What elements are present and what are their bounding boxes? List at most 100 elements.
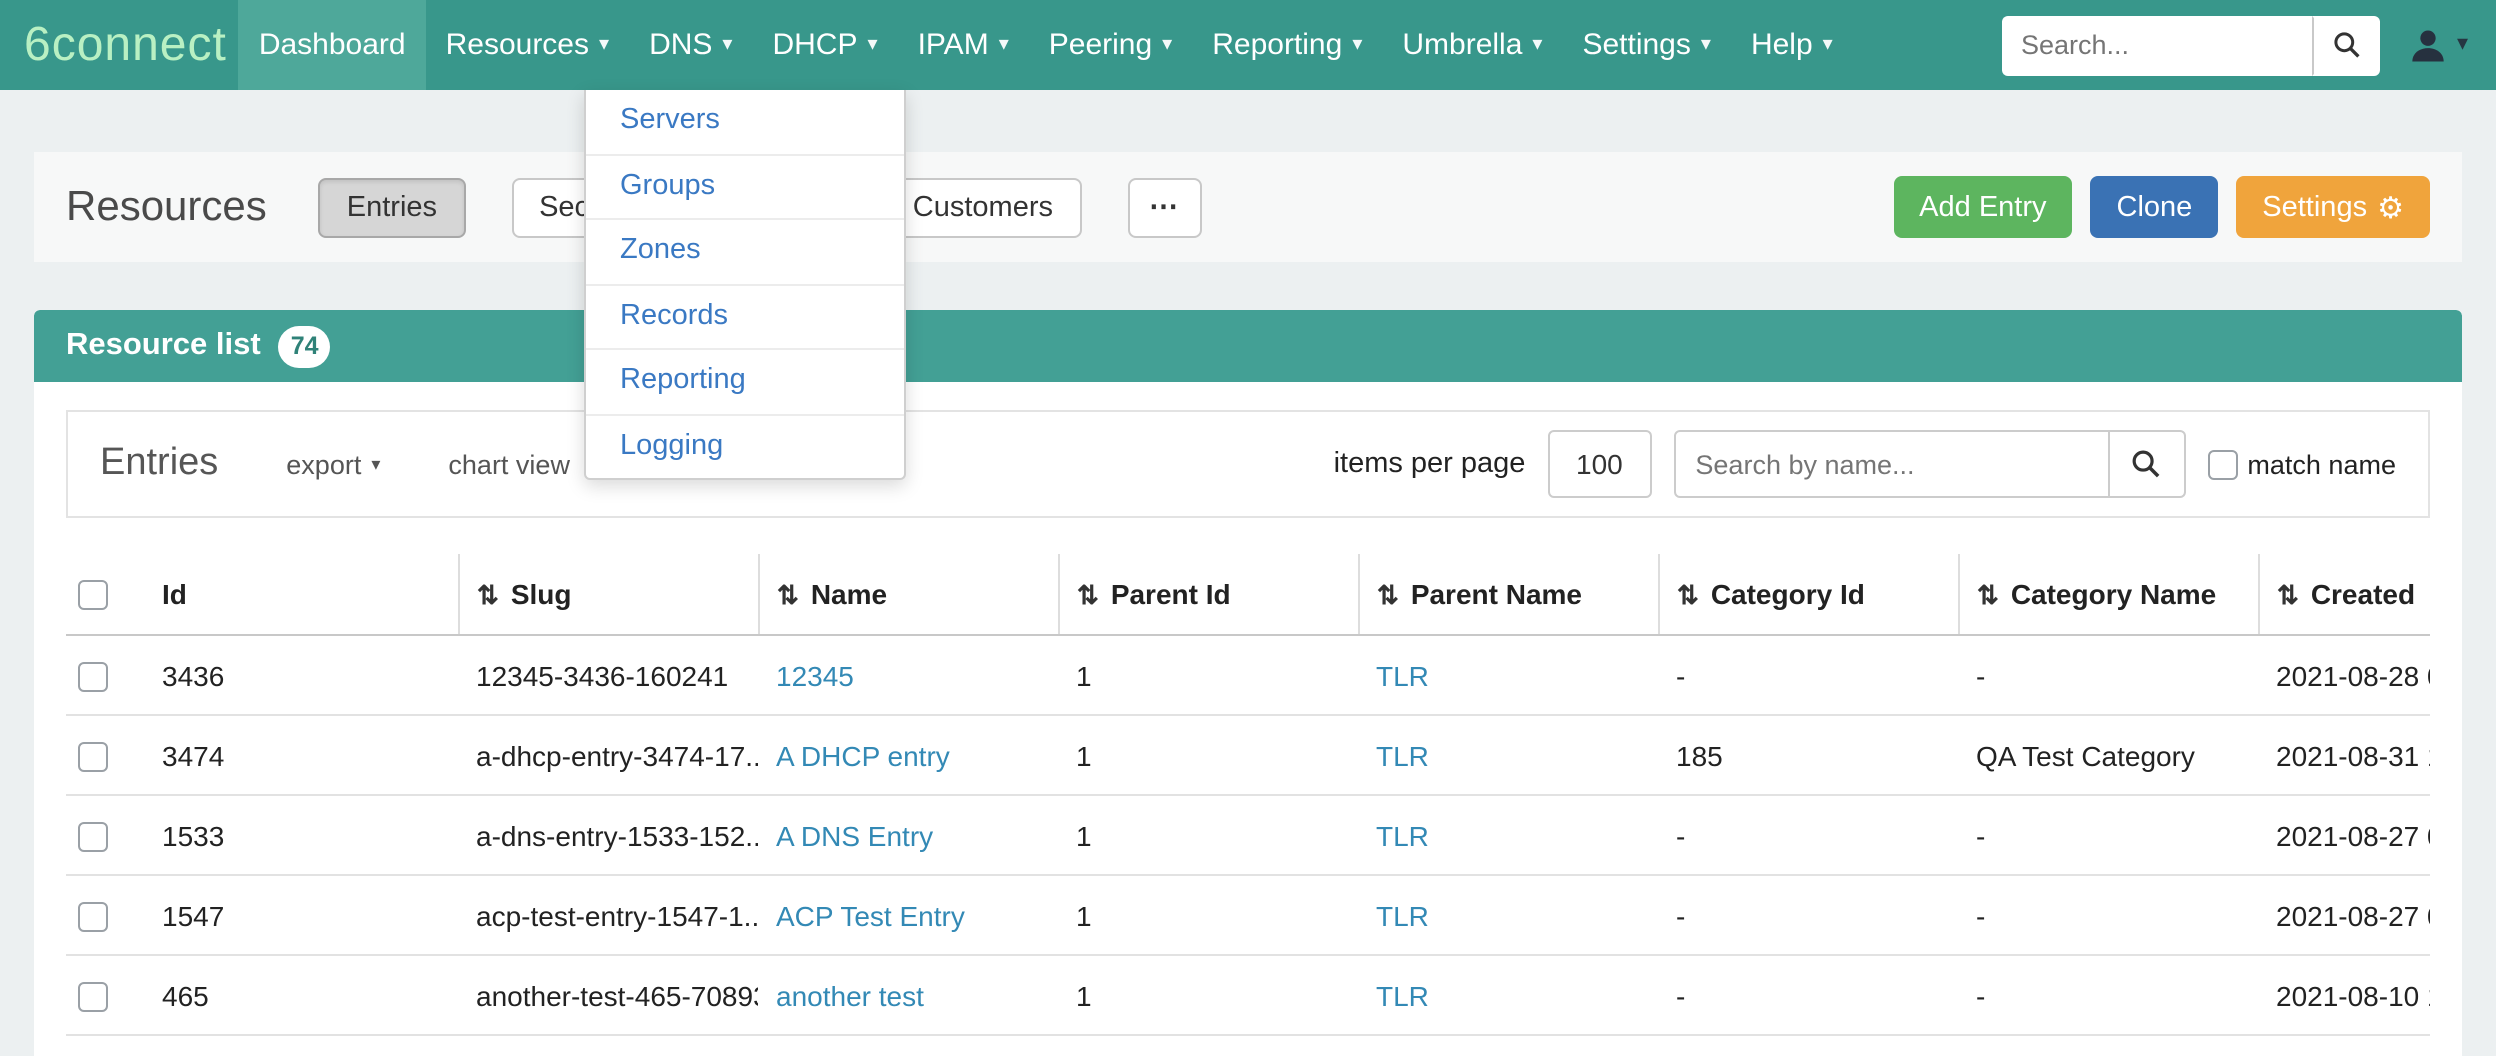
cell-category-id: - [1658,955,1958,1035]
nav-item-ipam[interactable]: IPAM ▾ [898,0,1029,90]
cell-parent-id: 1 [1058,715,1358,795]
dns-menu-item-logging[interactable]: Logging [586,415,904,478]
main-nav: Dashboard Resources ▾ DNS ▾ DHCP ▾ IPAM … [239,0,1853,90]
column-header-category-name[interactable]: ⇅Category Name [1958,554,2258,635]
cell-id: 3436 [158,635,458,715]
dns-menu-item-records[interactable]: Records [586,285,904,350]
user-menu-button[interactable]: ▾ [2401,25,2476,65]
column-label: Created [2311,577,2415,609]
dns-menu-item-reporting[interactable]: Reporting [586,350,904,415]
table-search-input[interactable] [1673,430,2109,498]
column-header-category-id[interactable]: ⇅Category Id [1658,554,1958,635]
parent-name-link[interactable]: TLR [1376,659,1429,691]
match-name-checkbox[interactable] [2207,449,2237,479]
cell-category-name: - [1958,955,2258,1035]
items-per-page-input[interactable] [1547,430,1651,498]
navbar: 6connect Dashboard Resources ▾ DNS ▾ DHC… [0,0,2496,90]
entry-name-link[interactable]: ACP Test Entry [776,899,965,931]
cell-id: 1533 [158,795,458,875]
nav-item-label: Peering [1049,28,1152,62]
table-header-row: Id ⇅Slug ⇅Name ⇅Parent Id ⇅Parent Name ⇅… [66,554,2430,635]
cell-category-id: 185 [1658,715,1958,795]
table-row: 3474 a-dhcp-entry-3474-17... A DHCP entr… [66,715,2430,795]
add-entry-button[interactable]: Add Entry [1893,176,2072,238]
nav-item-help[interactable]: Help ▾ [1731,0,1853,90]
row-checkbox[interactable] [78,662,108,692]
nav-item-settings[interactable]: Settings ▾ [1562,0,1730,90]
table-row: 1547 acp-test-entry-1547-1... ACP Test E… [66,875,2430,955]
nav-item-label: DNS [649,28,712,62]
parent-name-link[interactable]: TLR [1376,739,1429,771]
export-dropdown[interactable]: export ▾ [286,449,380,479]
dns-menu-item-servers[interactable]: Servers [586,90,904,155]
parent-name-link[interactable]: TLR [1376,899,1429,931]
settings-button[interactable]: Settings ⚙ [2236,176,2430,238]
table-row: 1533 a-dns-entry-1533-152... A DNS Entry… [66,795,2430,875]
column-header-parent-id[interactable]: ⇅Parent Id [1058,554,1358,635]
viewport: 6connect Dashboard Resources ▾ DNS ▾ DHC… [0,0,2496,1056]
row-checkbox[interactable] [78,742,108,772]
export-label: export [286,449,361,479]
sort-icon: ⇅ [2277,579,2299,609]
chart-view-link[interactable]: chart view [448,449,570,479]
nav-item-label: DHCP [772,28,857,62]
nav-item-label: Dashboard [259,28,406,62]
row-checkbox[interactable] [78,822,108,852]
nav-item-label: IPAM [918,28,989,62]
select-all-checkbox[interactable] [78,581,108,611]
parent-name-link[interactable]: TLR [1376,819,1429,851]
column-header-created[interactable]: ⇅ Created [2258,554,2430,635]
page-header: Resources Entries Sections Contacts Cust… [34,152,2462,262]
more-tabs-button[interactable]: ⋯ [1127,177,1202,237]
nav-item-dashboard[interactable]: Dashboard [239,0,426,90]
global-search-input[interactable] [2003,15,2313,75]
dns-menu-item-zones[interactable]: Zones [586,220,904,285]
entries-toolbar: Entries export ▾ chart view show filters… [66,410,2430,518]
app-logo[interactable]: 6connect [24,17,227,73]
column-header-name[interactable]: ⇅Name [758,554,1058,635]
table-row: 3436 12345-3436-160241 12345 1 TLR - - 2… [66,635,2430,715]
nav-item-peering[interactable]: Peering ▾ [1029,0,1192,90]
column-header-select [66,554,158,635]
cell-category-name: QA Test Category [1958,715,2258,795]
cell-parent-id: 1 [1058,955,1358,1035]
nav-item-label: Settings [1582,28,1690,62]
nav-item-umbrella[interactable]: Umbrella ▾ [1382,0,1562,90]
entry-name-link[interactable]: A DNS Entry [776,819,933,851]
entry-name-link[interactable]: A DHCP entry [776,739,950,771]
table-search [1673,430,2185,498]
parent-name-link[interactable]: TLR [1376,979,1429,1011]
column-header-id[interactable]: Id [158,554,458,635]
entry-name-link[interactable]: another test [776,979,924,1011]
tab-customers[interactable]: Customers [885,177,1081,237]
chevron-down-icon: ▾ [1532,35,1542,55]
column-header-parent-name[interactable]: ⇅Parent Name [1358,554,1658,635]
search-icon [2332,30,2362,60]
tab-entries[interactable]: Entries [319,177,465,237]
chevron-down-icon: ▾ [999,35,1009,55]
row-checkbox[interactable] [78,902,108,932]
entries-table-wrap: Id ⇅Slug ⇅Name ⇅Parent Id ⇅Parent Name ⇅… [66,554,2430,1036]
column-label: Name [811,577,887,609]
chevron-down-icon: ▾ [722,35,732,55]
dns-menu-item-groups[interactable]: Groups [586,155,904,220]
nav-item-resources[interactable]: Resources ▾ [426,0,629,90]
nav-item-reporting[interactable]: Reporting ▾ [1192,0,1382,90]
count-badge: 74 [279,325,331,367]
gear-icon: ⚙ [2377,189,2404,225]
nav-item-dns[interactable]: DNS ▾ [629,0,752,90]
cell-created: 2021-08-27 01 [2258,795,2430,875]
page-actions: Add Entry Clone Settings ⚙ [1893,176,2430,238]
row-checkbox[interactable] [78,982,108,1012]
chevron-down-icon: ▾ [599,35,609,55]
cell-parent-id: 1 [1058,635,1358,715]
entry-name-link[interactable]: 12345 [776,659,854,691]
clone-button[interactable]: Clone [2091,176,2219,238]
global-search-button[interactable] [2313,15,2381,75]
cell-created: 2021-08-28 00 [2258,635,2430,715]
sort-icon: ⇅ [1377,579,1399,609]
toolbar-right: items per page match [1334,430,2396,498]
column-header-slug[interactable]: ⇅Slug [458,554,758,635]
nav-item-dhcp[interactable]: DHCP ▾ [752,0,897,90]
table-search-button[interactable] [2109,430,2185,498]
